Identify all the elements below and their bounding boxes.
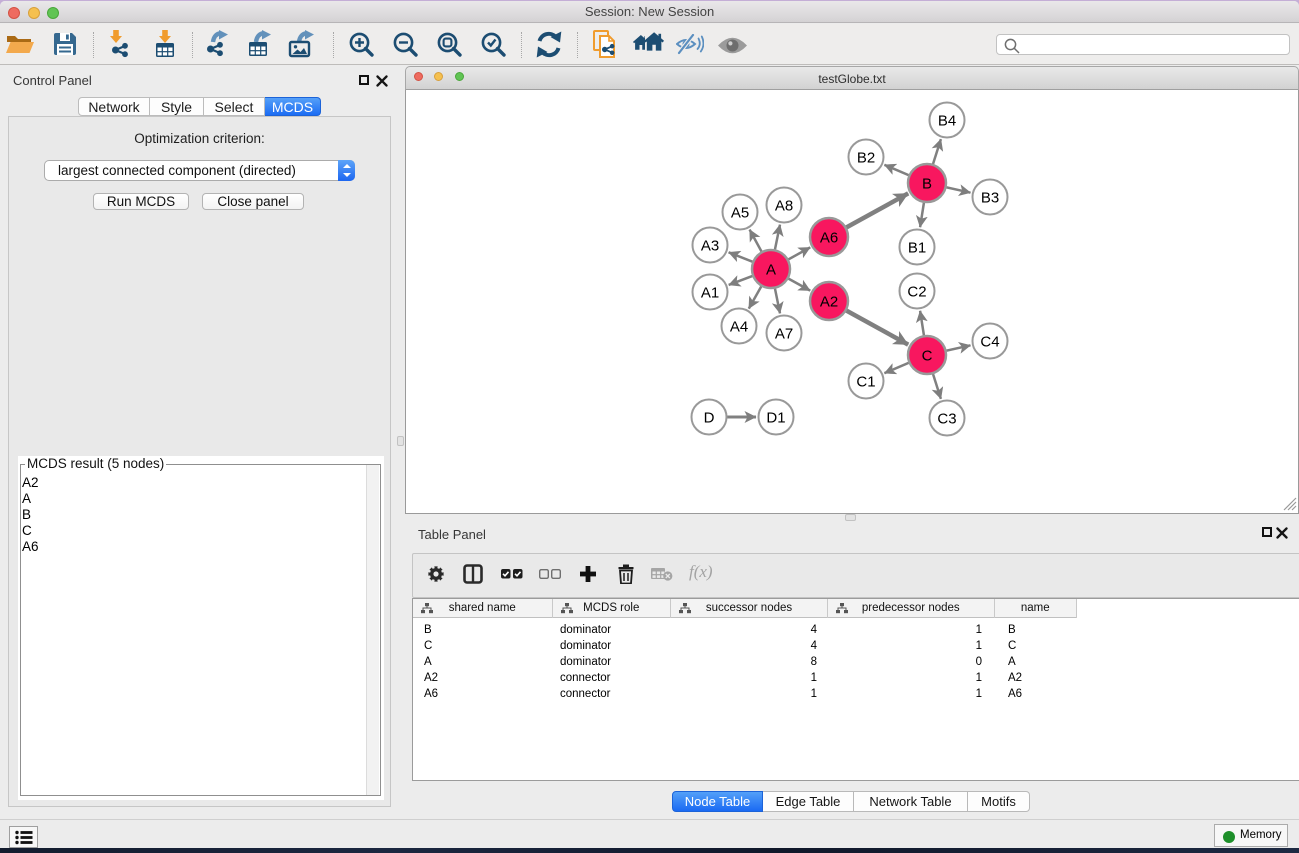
svg-text:A6: A6 [820,230,838,247]
svg-text:B: B [922,176,932,193]
svg-text:B1: B1 [908,240,926,257]
svg-text:C4: C4 [980,334,999,351]
svg-text:A4: A4 [730,319,748,336]
svg-text:B4: B4 [938,113,956,130]
svg-text:A5: A5 [731,205,749,222]
svg-text:C3: C3 [937,411,956,428]
svg-text:A2: A2 [820,294,838,311]
svg-text:B2: B2 [857,150,875,167]
svg-text:C2: C2 [907,284,926,301]
svg-text:C1: C1 [856,374,875,391]
svg-text:D: D [704,410,715,427]
svg-text:A8: A8 [775,198,793,215]
svg-text:A: A [766,262,776,279]
svg-text:B3: B3 [981,190,999,207]
svg-text:A7: A7 [775,326,793,343]
svg-text:A1: A1 [701,285,719,302]
svg-text:D1: D1 [766,410,785,427]
svg-text:A3: A3 [701,238,719,255]
svg-text:C: C [922,348,933,365]
